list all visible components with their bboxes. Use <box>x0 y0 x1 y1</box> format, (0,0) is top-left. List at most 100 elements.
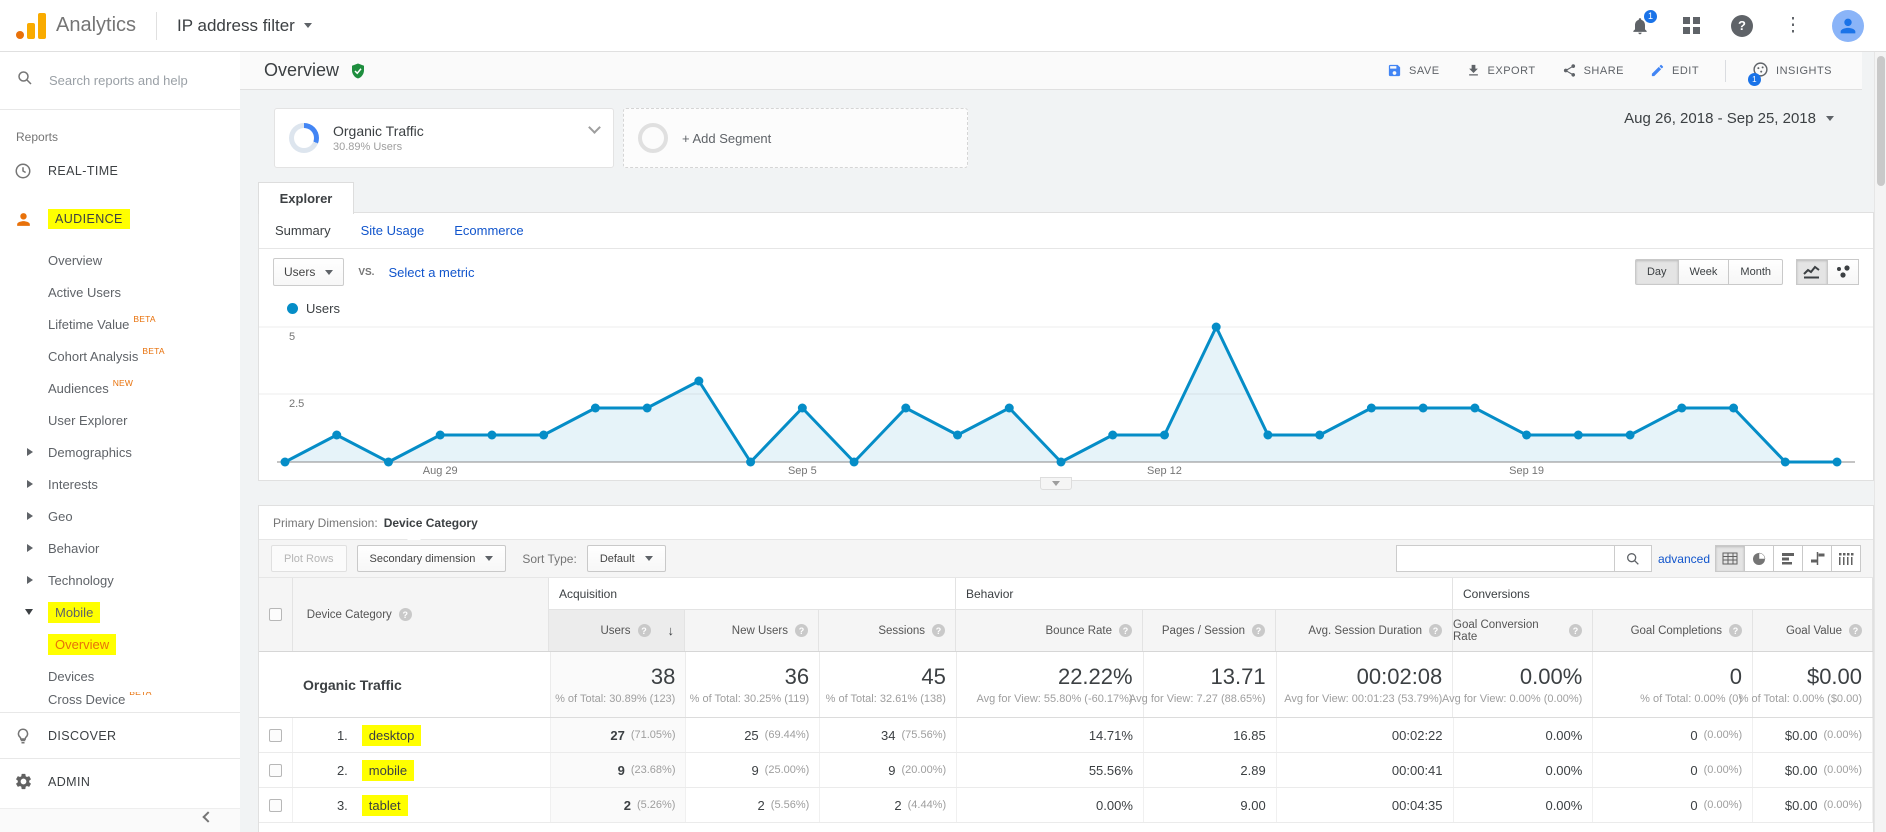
select-metric-link[interactable]: Select a metric <box>388 265 474 280</box>
export-button[interactable]: EXPORT <box>1466 63 1536 78</box>
performance-view-button[interactable] <box>1773 545 1803 572</box>
sidebar-item-mobile[interactable]: Mobile <box>0 596 240 628</box>
x-axis-tick: Sep 19 <box>1509 465 1544 477</box>
column-header-goal-conversion-rate[interactable]: Goal Conversion Rate ? <box>1453 610 1593 651</box>
table-search-input[interactable] <box>1396 545 1614 572</box>
column-header-sessions[interactable]: Sessions ? <box>819 610 956 651</box>
table-view-button[interactable] <box>1715 545 1745 572</box>
collapse-chart-handle[interactable] <box>1040 477 1072 490</box>
pivot-icon <box>1838 552 1854 565</box>
google-apps-grid-icon[interactable] <box>1679 14 1703 38</box>
page-scrollbar[interactable] <box>1874 52 1886 832</box>
granularity-month-button[interactable]: Month <box>1728 259 1783 285</box>
primary-metric-select[interactable]: Users <box>273 258 344 286</box>
pivot-view-button[interactable] <box>1831 545 1861 572</box>
sidebar-item-geo[interactable]: Geo <box>0 500 240 532</box>
row-checkbox[interactable] <box>269 729 282 742</box>
sidebar-item-lifetime-value[interactable]: Lifetime Value BETA <box>0 308 240 340</box>
report-actions: SAVE EXPORT SHARE EDIT <box>1387 60 1832 82</box>
search-icon <box>1625 551 1641 567</box>
sidebar-item-mobile-overview[interactable]: Overview <box>0 628 240 660</box>
sidebar-item-behavior[interactable]: Behavior <box>0 532 240 564</box>
scrollbar-thumb[interactable] <box>1877 56 1885 186</box>
subtab-summary[interactable]: Summary <box>275 223 331 238</box>
subtab-ecommerce[interactable]: Ecommerce <box>454 223 523 238</box>
column-header-goal-completions[interactable]: Goal Completions ? <box>1593 610 1753 651</box>
summary-sessions: 45 <box>921 664 945 690</box>
account-selector[interactable]: IP address filter <box>177 16 312 36</box>
help-icon[interactable]: ? <box>1252 624 1265 637</box>
sidebar-search[interactable] <box>0 52 240 110</box>
avatar[interactable] <box>1832 10 1864 42</box>
sidebar-item-demographics[interactable]: Demographics <box>0 436 240 468</box>
granularity-day-button[interactable]: Day <box>1635 259 1679 285</box>
table-view-toggles <box>1716 545 1861 572</box>
help-icon[interactable]: ? <box>399 608 412 621</box>
column-header-device-category[interactable]: Device Category ? <box>293 578 549 651</box>
edit-button[interactable]: EDIT <box>1650 63 1699 78</box>
collapse-sidebar-icon[interactable] <box>202 811 213 822</box>
tab-explorer[interactable]: Explorer <box>258 182 354 214</box>
percentage-view-button[interactable] <box>1744 545 1774 572</box>
users-chart[interactable]: Users 5 2.5 Aug 29Sep 5Sep 12Sep 19 <box>259 295 1873 481</box>
help-icon[interactable]: ? <box>1429 624 1442 637</box>
help-icon[interactable]: ? <box>638 624 651 637</box>
add-segment-button[interactable]: + Add Segment <box>623 108 968 168</box>
line-chart-toggle[interactable] <box>1796 259 1828 285</box>
table-search-button[interactable] <box>1614 545 1652 572</box>
sidebar-item-interests[interactable]: Interests <box>0 468 240 500</box>
column-header-users[interactable]: Users ? ↓ <box>549 610 685 651</box>
sidebar-item-technology[interactable]: Technology <box>0 564 240 596</box>
help-icon[interactable]: ? <box>795 624 808 637</box>
device-category-value[interactable]: desktop <box>362 725 422 746</box>
notifications-bell-icon[interactable]: 1 <box>1628 14 1652 38</box>
subtab-site-usage[interactable]: Site Usage <box>361 223 425 238</box>
help-icon[interactable]: ? <box>1119 624 1132 637</box>
comparison-view-button[interactable] <box>1802 545 1832 572</box>
row-checkbox[interactable] <box>269 799 282 812</box>
search-input[interactable] <box>49 73 229 88</box>
date-range-picker[interactable]: Aug 26, 2018 - Sep 25, 2018 <box>1624 110 1834 127</box>
help-icon[interactable]: ? <box>1730 14 1754 38</box>
sidebar-item-discover[interactable]: DISCOVER <box>0 712 240 758</box>
column-header-new-users[interactable]: New Users ? <box>685 610 819 651</box>
sidebar-item-user-explorer[interactable]: User Explorer <box>0 404 240 436</box>
secondary-dimension-button[interactable]: Secondary dimension <box>357 545 507 572</box>
scatter-chart-toggle[interactable] <box>1827 259 1859 285</box>
sidebar-item-devices[interactable]: Devices <box>0 660 240 692</box>
help-icon[interactable]: ? <box>1849 624 1862 637</box>
sidebar-item-overview[interactable]: Overview <box>0 244 240 276</box>
row-checkbox[interactable] <box>269 764 282 777</box>
sort-type-select[interactable]: Default <box>587 545 666 572</box>
sort-descending-icon[interactable]: ↓ <box>668 623 675 638</box>
column-header-avg-session-duration[interactable]: Avg. Session Duration ? <box>1276 610 1453 651</box>
primary-dimension-value[interactable]: Device Category <box>384 516 478 530</box>
summary-new-users: 36 <box>785 664 809 690</box>
insights-button[interactable]: 1 INSIGHTS <box>1752 61 1832 81</box>
segment-card[interactable]: Organic Traffic 30.89% Users <box>274 108 614 168</box>
sidebar-item-audiences[interactable]: Audiences NEW <box>0 372 240 404</box>
sidebar-item-cross-device[interactable]: Cross Device BETA <box>0 692 240 712</box>
sidebar-item-active-users[interactable]: Active Users <box>0 276 240 308</box>
sidebar-item-admin[interactable]: ADMIN <box>0 758 240 804</box>
more-menu-icon[interactable]: ⋮ <box>1781 14 1805 38</box>
help-icon[interactable]: ? <box>1729 624 1742 637</box>
column-header-goal-value[interactable]: Goal Value ? <box>1753 610 1873 651</box>
granularity-week-button[interactable]: Week <box>1678 259 1730 285</box>
device-category-value[interactable]: tablet <box>362 795 408 816</box>
column-header-pages-session[interactable]: Pages / Session ? <box>1143 610 1276 651</box>
help-icon[interactable]: ? <box>932 624 945 637</box>
sidebar-item-cohort-analysis[interactable]: Cohort Analysis BETA <box>0 340 240 372</box>
save-button[interactable]: SAVE <box>1387 63 1440 78</box>
column-header-bounce-rate[interactable]: Bounce Rate ? <box>956 610 1143 651</box>
device-category-value[interactable]: mobile <box>362 760 414 781</box>
sidebar-item-real-time[interactable]: REAL-TIME <box>0 148 240 194</box>
analytics-logo-icon[interactable] <box>16 13 46 39</box>
select-all-checkbox[interactable] <box>269 608 282 621</box>
advanced-search-link[interactable]: advanced <box>1658 552 1710 566</box>
sidebar-item-audience[interactable]: AUDIENCE <box>0 194 240 244</box>
help-icon[interactable]: ? <box>1569 624 1582 637</box>
share-button[interactable]: SHARE <box>1562 63 1624 78</box>
plot-rows-button[interactable]: Plot Rows <box>271 545 347 572</box>
chevron-down-icon[interactable] <box>588 121 601 134</box>
